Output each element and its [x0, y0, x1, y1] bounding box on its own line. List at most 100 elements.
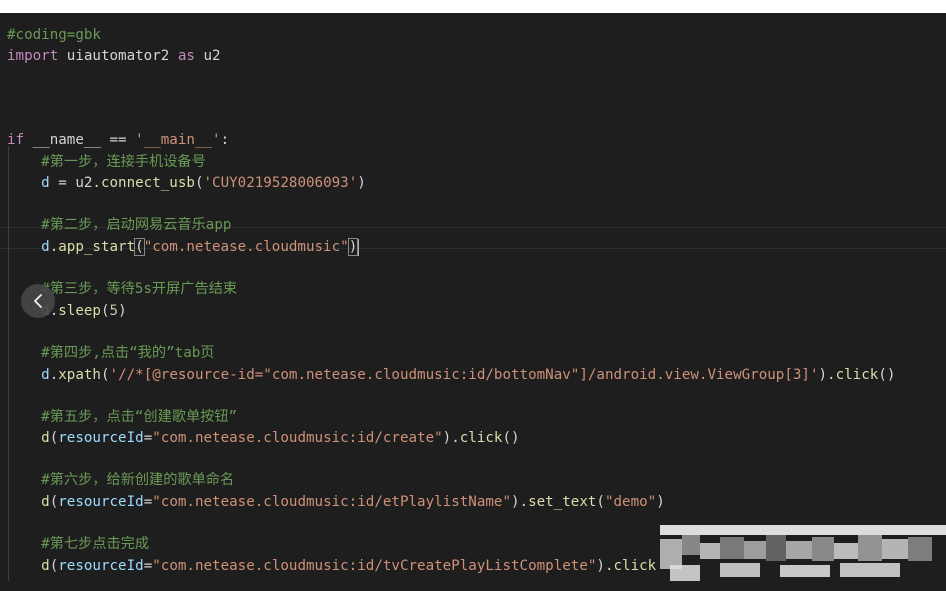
code-token: ).: [442, 430, 460, 446]
code-line: #第七步点击完成: [7, 534, 149, 554]
code-token: '__main__': [135, 132, 221, 148]
code-token: 'CUY0219528006093': [203, 175, 358, 191]
code-token: (: [100, 367, 110, 383]
code-token: connect_usb: [100, 175, 195, 191]
code-token: ): [656, 494, 665, 510]
code-token: #第六步，给新创建的歌单命名: [41, 472, 235, 488]
code-token: ): [118, 303, 127, 319]
code-token: click: [459, 430, 503, 446]
code-token: .: [49, 239, 59, 255]
watermark-block: [858, 535, 882, 561]
code-token: #第三步，等待5s开屏广告结束: [41, 281, 238, 297]
chevron-left-icon: [34, 294, 42, 308]
code-token: '//*[@resource-id="com.netease.cloudmusi…: [109, 367, 819, 383]
code-token: resourceId: [58, 430, 144, 446]
code-line: if __name__ == '__main__':: [7, 130, 229, 150]
code-token: #coding=gbk: [7, 27, 101, 43]
code-token: =: [143, 558, 153, 574]
code-token: d: [41, 430, 50, 446]
watermark-block: [780, 565, 830, 577]
code-line: #第五步，点击“创建歌单按钮”: [7, 407, 237, 427]
text-cursor: [357, 238, 360, 256]
code-token: if: [7, 132, 25, 148]
code-line: d(resourceId="com.netease.cloudmusic:id/…: [7, 428, 520, 448]
code-token: (: [49, 494, 59, 510]
watermark-block: [670, 565, 700, 581]
code-token: sleep: [58, 303, 101, 319]
code-token: u2: [194, 48, 221, 64]
code-token: "com.netease.cloudmusic:id/etPlaylistNam…: [152, 494, 511, 510]
code-token: uiautomator2: [58, 48, 178, 64]
code-token: resourceId: [58, 494, 144, 510]
code-token: (: [49, 430, 59, 446]
code-token: d: [41, 367, 50, 383]
code-token: (: [596, 494, 605, 510]
code-token: __name__ ==: [24, 132, 136, 148]
blurred-watermark: [660, 525, 946, 591]
watermark-block: [766, 535, 786, 561]
code-token: #第一步，连接手机设备号: [41, 154, 206, 170]
code-token: "com.netease.cloudmusic:id/create": [152, 430, 443, 446]
code-line: #第四步,点击“我的”tab页: [7, 343, 214, 363]
code-line: import uiautomator2 as u2: [7, 46, 221, 66]
code-line: d.app_start("com.netease.cloudmusic"): [7, 237, 360, 257]
code-token: .: [49, 367, 59, 383]
code-token: import: [7, 48, 59, 64]
code-line: d(resourceId="com.netease.cloudmusic:id/…: [7, 556, 656, 576]
code-token: #第四步,点击“我的”tab页: [41, 345, 215, 361]
indent-guide: [8, 146, 9, 581]
code-token: :: [220, 132, 230, 148]
code-token: (: [49, 558, 59, 574]
code-token: ).: [818, 367, 836, 383]
code-line: d(resourceId="com.netease.cloudmusic:id/…: [7, 492, 665, 512]
code-token: d: [41, 239, 50, 255]
code-token: click: [613, 558, 657, 574]
code-line: #第六步，给新创建的歌单命名: [7, 470, 234, 490]
watermark-block: [720, 563, 760, 577]
watermark-block: [720, 537, 744, 559]
code-token: #第二步，启动网易云音乐app: [41, 217, 232, 233]
top-strip: [0, 0, 946, 13]
code-token: d: [41, 558, 50, 574]
code-token: (): [502, 430, 520, 446]
code-token: #第七步点击完成: [41, 536, 150, 552]
watermark-block: [744, 541, 766, 559]
code-line: #第二步，启动网易云音乐app: [7, 215, 231, 235]
code-token: "demo": [604, 494, 657, 510]
code-token: "com.netease.cloudmusic:id/tvCreatePlayL…: [152, 558, 597, 574]
code-token: = u2.: [49, 175, 101, 191]
code-token: ).: [596, 558, 614, 574]
code-token: 5: [109, 303, 119, 319]
code-token: as: [177, 48, 195, 64]
matched-bracket: ): [347, 238, 359, 256]
watermark-block: [812, 537, 834, 561]
code-token: click: [835, 367, 879, 383]
nav-back-button[interactable]: [21, 284, 55, 318]
code-token: ): [357, 175, 366, 191]
code-token: #第五步，点击“创建歌单按钮”: [41, 409, 238, 425]
code-token: set_text: [528, 494, 597, 510]
watermark-block: [700, 543, 720, 559]
watermark-block: [840, 563, 900, 577]
watermark-block: [660, 525, 946, 535]
code-token: "com.netease.cloudmusic": [143, 239, 349, 255]
code-line: #coding=gbk: [7, 25, 101, 45]
code-token: resourceId: [58, 558, 144, 574]
watermark-block: [834, 543, 858, 559]
code-editor[interactable]: #coding=gbk import uiautomator2 as u2 if _…: [0, 13, 946, 591]
code-token: app_start: [58, 239, 136, 255]
code-token: =: [143, 430, 153, 446]
code-line: d.xpath('//*[@resource-id="com.netease.c…: [7, 365, 895, 385]
code-token: ).: [510, 494, 529, 510]
code-token: xpath: [58, 367, 101, 383]
